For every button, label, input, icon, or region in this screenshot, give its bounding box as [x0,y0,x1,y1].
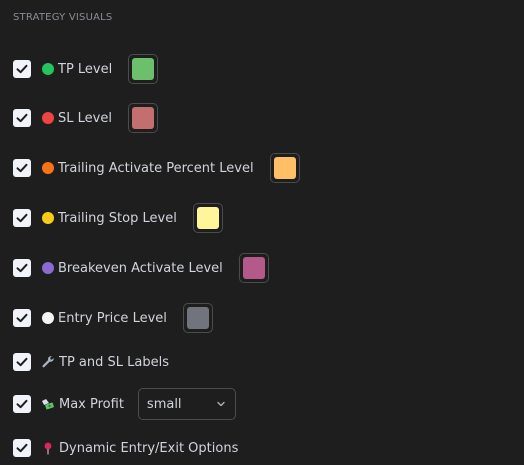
pushpin-icon [41,441,55,455]
checkmark-icon [16,163,28,173]
dynamic-entry-exit-row: Dynamic Entry/Exit Options [13,431,238,465]
purple-circle-icon [42,262,54,274]
tp-level-checkbox[interactable] [13,60,31,78]
trailing-stop-color-swatch [196,207,219,229]
trailing-stop-row: Trailing Stop Level [13,201,223,235]
max-profit-select-value: small [146,396,182,412]
white-circle-icon [42,312,54,324]
dynamic-entry-exit-label: Dynamic Entry/Exit Options [59,440,239,456]
green-circle-icon [42,63,54,75]
entry-price-row: Entry Price Level [13,301,213,335]
max-profit-row: Max Profit small [13,387,236,421]
section-title: STRATEGY VISUALS [13,12,113,23]
tp-level-color-swatch [132,58,155,80]
breakeven-activate-row: Breakeven Activate Level [13,251,269,285]
money-with-wings-icon [41,397,55,411]
tp-sl-labels-label: TP and SL Labels [59,354,169,370]
tp-sl-labels-checkbox[interactable] [13,353,31,371]
trailing-stop-label: Trailing Stop Level [58,210,177,226]
sl-level-checkbox[interactable] [13,109,31,127]
checkmark-icon [16,399,28,409]
trailing-activate-row: Trailing Activate Percent Level [13,151,300,185]
sl-level-row: SL Level [13,101,158,135]
tp-level-row: TP Level [13,52,159,86]
breakeven-activate-color-swatch [242,257,265,279]
wrench-icon [41,355,55,369]
red-circle-icon [42,112,54,124]
checkmark-icon [16,313,28,323]
chevron-down-icon [217,401,225,407]
sl-level-label: SL Level [58,110,112,126]
breakeven-activate-checkbox[interactable] [13,259,31,277]
checkmark-icon [16,357,28,367]
breakeven-activate-color-picker[interactable] [238,253,269,283]
max-profit-select[interactable]: small [137,388,236,420]
tp-level-color-picker[interactable] [128,54,159,84]
tp-level-label: TP Level [58,61,113,77]
checkmark-icon [16,64,28,74]
yellow-circle-icon [42,212,54,224]
trailing-stop-checkbox[interactable] [13,209,31,227]
trailing-activate-color-swatch [273,157,296,179]
trailing-stop-color-picker[interactable] [192,203,223,233]
entry-price-color-swatch [186,307,209,329]
tp-sl-labels-row: TP and SL Labels [13,345,169,379]
entry-price-label: Entry Price Level [58,310,167,326]
max-profit-label: Max Profit [59,396,124,412]
checkmark-icon [16,263,28,273]
trailing-activate-label: Trailing Activate Percent Level [58,160,254,176]
checkmark-icon [16,213,28,223]
orange-circle-icon [42,162,54,174]
entry-price-checkbox[interactable] [13,309,31,327]
entry-price-color-picker[interactable] [182,303,213,333]
trailing-activate-checkbox[interactable] [13,159,31,177]
sl-level-color-swatch [131,107,154,129]
breakeven-activate-label: Breakeven Activate Level [58,260,223,276]
trailing-activate-color-picker[interactable] [269,153,300,183]
sl-level-color-picker[interactable] [127,103,158,133]
checkmark-icon [16,443,28,453]
checkmark-icon [16,113,28,123]
dynamic-entry-exit-checkbox[interactable] [13,439,31,457]
max-profit-checkbox[interactable] [13,395,31,413]
